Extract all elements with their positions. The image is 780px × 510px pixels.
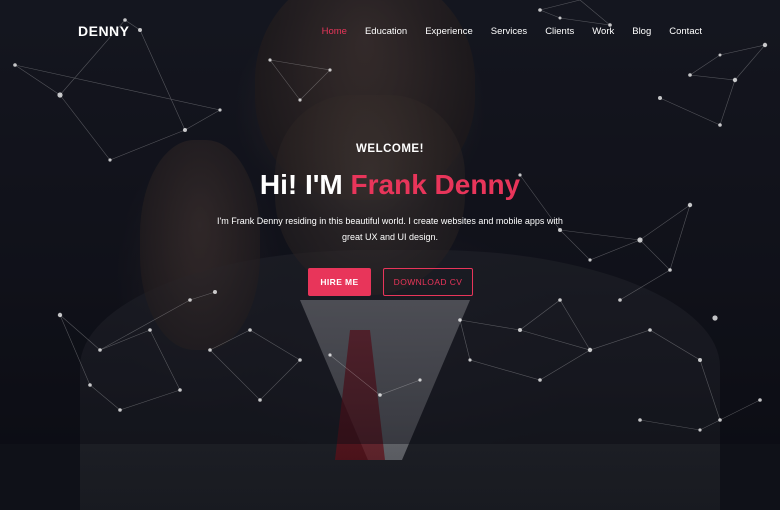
hero-title: Hi! I'M Frank Denny — [0, 169, 780, 201]
hero-welcome: WELCOME! — [356, 143, 424, 155]
nav-services[interactable]: Services — [491, 26, 527, 37]
nav-education[interactable]: Education — [365, 26, 407, 37]
download-cv-button[interactable]: DOWNLOAD CV — [383, 268, 473, 296]
hero-description: I'm Frank Denny residing in this beautif… — [217, 216, 563, 242]
nav-blog[interactable]: Blog — [632, 26, 651, 37]
main-nav: Home Education Experience Services Clien… — [322, 26, 702, 37]
site-logo[interactable]: DENNY — [78, 23, 130, 39]
hero-title-prefix: Hi! I'M — [259, 169, 351, 200]
nav-contact[interactable]: Contact — [669, 26, 702, 37]
nav-experience[interactable]: Experience — [425, 26, 473, 37]
hero-title-name: Frank Denny — [350, 169, 521, 200]
hire-me-button[interactable]: HIRE ME — [308, 268, 371, 296]
site-header: DENNY Home Education Experience Services… — [0, 0, 780, 60]
nav-clients[interactable]: Clients — [545, 26, 574, 37]
nav-work[interactable]: Work — [592, 26, 614, 37]
nav-home[interactable]: Home — [322, 26, 347, 37]
